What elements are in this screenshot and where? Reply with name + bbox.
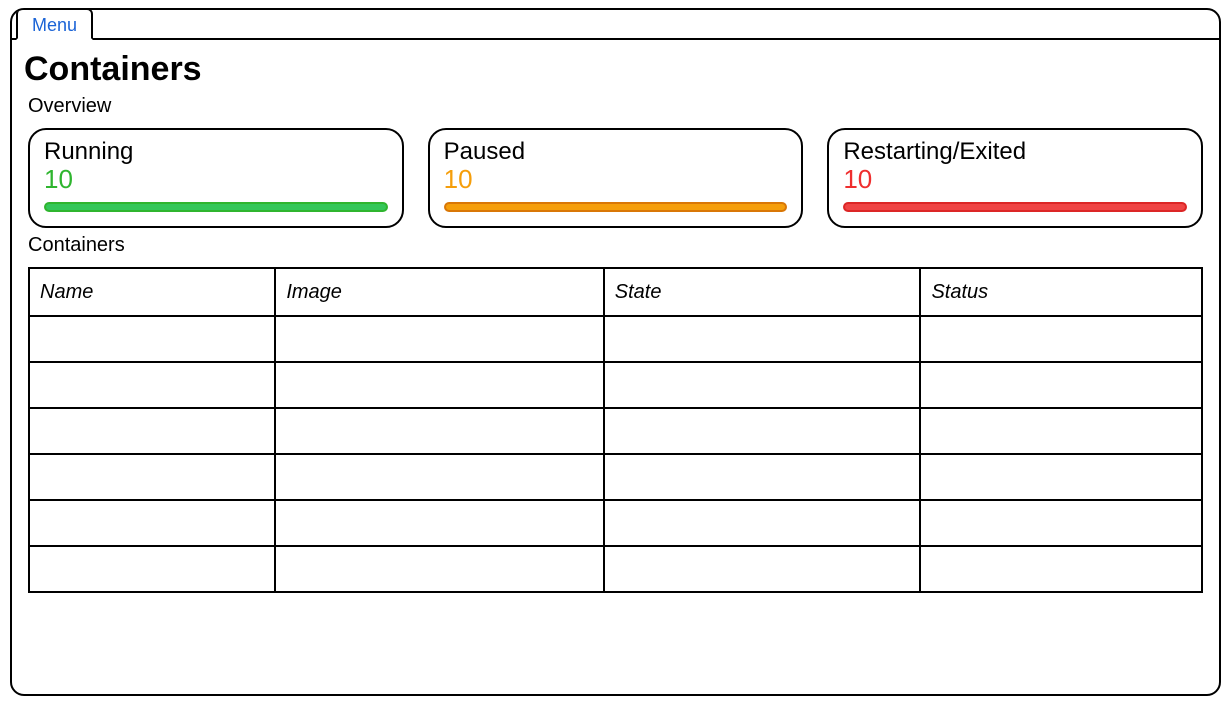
cell-status [920, 362, 1202, 408]
card-running-count: 10 [44, 166, 388, 192]
cell-image [275, 500, 603, 546]
cell-status [920, 546, 1202, 592]
cell-name [29, 362, 275, 408]
table-row[interactable] [29, 316, 1202, 362]
cell-image [275, 316, 603, 362]
overview-cards: Running 10 Paused 10 Restarting/Exited 1… [28, 128, 1203, 228]
cell-name [29, 500, 275, 546]
cell-status [920, 408, 1202, 454]
table-row[interactable] [29, 454, 1202, 500]
card-running-title: Running [44, 138, 388, 166]
app-window: Menu Containers Overview Running 10 Paus… [10, 8, 1221, 696]
containers-table-wrap: Name Image State Status [28, 267, 1203, 593]
cell-image [275, 454, 603, 500]
cell-state [604, 500, 921, 546]
card-paused: Paused 10 [428, 128, 804, 228]
tab-bar: Menu [12, 10, 1219, 40]
cell-state [604, 454, 921, 500]
table-row[interactable] [29, 546, 1202, 592]
overview-label: Overview [28, 95, 1207, 118]
cell-state [604, 408, 921, 454]
cell-name [29, 454, 275, 500]
cell-image [275, 362, 603, 408]
cell-name [29, 408, 275, 454]
cell-state [604, 316, 921, 362]
page-content: Containers Overview Running 10 Paused 10… [12, 40, 1219, 605]
cell-state [604, 362, 921, 408]
card-restarting: Restarting/Exited 10 [827, 128, 1203, 228]
card-restarting-bar [843, 202, 1187, 212]
table-row[interactable] [29, 500, 1202, 546]
table-row[interactable] [29, 408, 1202, 454]
card-paused-bar [444, 202, 788, 212]
containers-table: Name Image State Status [28, 267, 1203, 593]
card-running: Running 10 [28, 128, 404, 228]
cell-status [920, 454, 1202, 500]
tab-menu-label: Menu [32, 15, 77, 35]
cell-status [920, 500, 1202, 546]
containers-label: Containers [28, 234, 1207, 257]
tab-menu[interactable]: Menu [16, 8, 93, 40]
cell-state [604, 546, 921, 592]
col-state[interactable]: State [604, 268, 921, 316]
card-restarting-title: Restarting/Exited [843, 138, 1187, 166]
table-header-row: Name Image State Status [29, 268, 1202, 316]
cell-status [920, 316, 1202, 362]
col-name[interactable]: Name [29, 268, 275, 316]
table-row[interactable] [29, 362, 1202, 408]
card-paused-count: 10 [444, 166, 788, 192]
cell-name [29, 546, 275, 592]
page-title: Containers [24, 50, 1207, 89]
card-restarting-count: 10 [843, 166, 1187, 192]
cell-image [275, 408, 603, 454]
card-running-bar [44, 202, 388, 212]
col-status[interactable]: Status [920, 268, 1202, 316]
cell-name [29, 316, 275, 362]
cell-image [275, 546, 603, 592]
col-image[interactable]: Image [275, 268, 603, 316]
card-paused-title: Paused [444, 138, 788, 166]
